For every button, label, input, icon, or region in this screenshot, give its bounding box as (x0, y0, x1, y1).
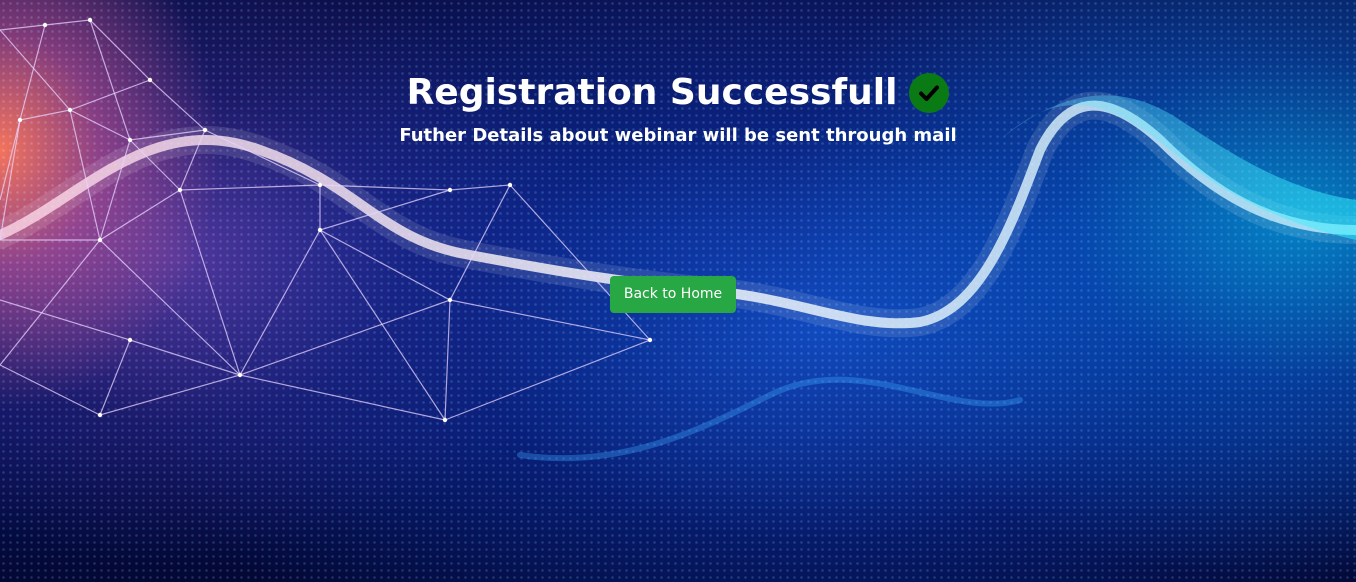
page-title: Registration Successfull (406, 72, 898, 113)
page-subtitle: Futher Details about webinar will be sen… (399, 125, 957, 146)
title-row: Registration Successfull (0, 66, 1356, 120)
back-to-home-button[interactable]: Back to Home (610, 276, 736, 313)
hero-background: Registration Successfull Futher Details … (0, 0, 1356, 582)
lower-glow (517, 376, 1023, 462)
check-circle-icon (909, 73, 950, 113)
